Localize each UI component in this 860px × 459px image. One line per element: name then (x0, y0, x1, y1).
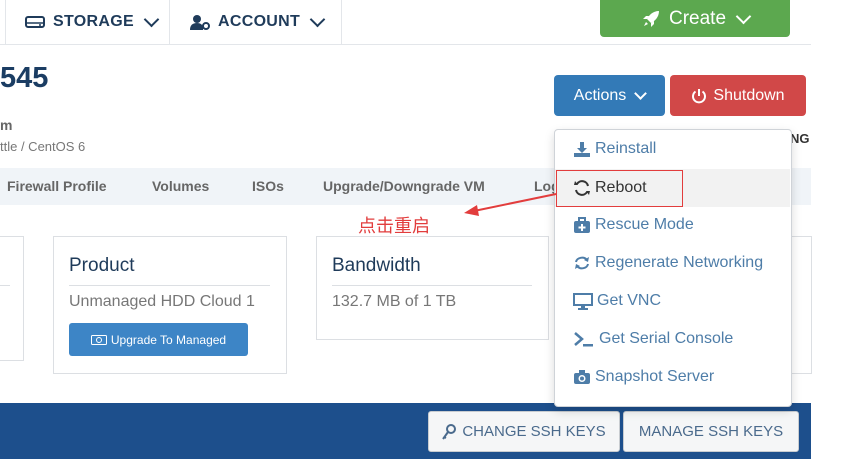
menu-item-label: Get Serial Console (599, 330, 734, 347)
change-ssh-label: CHANGE SSH KEYS (462, 423, 606, 440)
download-icon (573, 140, 591, 158)
chevron-down-icon (309, 11, 326, 28)
nav-storage-label: STORAGE (53, 13, 134, 30)
menu-item-label: Reinstall (595, 140, 657, 157)
tab-volumes[interactable]: Volumes (152, 178, 209, 194)
card-divider (332, 285, 532, 286)
bandwidth-card (316, 236, 549, 340)
nav-storage[interactable]: STORAGE (25, 0, 160, 44)
reboot-highlight-box (556, 170, 683, 207)
product-value: Unmanaged HDD Cloud 1 (69, 293, 255, 310)
camera-icon (573, 368, 591, 386)
card-divider (69, 285, 270, 286)
terminal-icon (573, 330, 595, 348)
medkit-icon (573, 216, 591, 234)
menu-item-snapshot-server[interactable]: Snapshot Server (555, 358, 790, 396)
exchange-icon (573, 254, 591, 272)
annotation-arrow-icon (464, 193, 557, 216)
menu-item-get-vnc[interactable]: Get VNC (555, 282, 790, 320)
menu-item-label: Snapshot Server (595, 368, 715, 385)
shutdown-label: Shutdown (713, 86, 785, 104)
card-divider (0, 285, 10, 286)
key-icon (442, 423, 457, 440)
product-card-title: Product (69, 255, 135, 276)
menu-item-label: Get VNC (597, 292, 662, 309)
create-button[interactable]: Create (600, 0, 790, 37)
hard-drive-icon (25, 15, 45, 29)
power-icon (691, 88, 707, 104)
change-ssh-keys-button[interactable]: CHANGE SSH KEYS (428, 411, 620, 452)
menu-item-reinstall[interactable]: Reinstall (555, 130, 790, 168)
bandwidth-card-title: Bandwidth (332, 255, 421, 276)
server-location-os: ttle / CentOS 6 (0, 139, 86, 154)
menu-item-rescue-mode[interactable]: Rescue Mode (555, 206, 790, 244)
menu-item-regenerate-networking[interactable]: Regenerate Networking (555, 244, 790, 282)
actions-button[interactable]: Actions (554, 75, 665, 116)
chevron-down-icon (735, 8, 752, 24)
manage-ssh-keys-button[interactable]: MANAGE SSH KEYS (623, 411, 799, 452)
monitor-icon (573, 292, 593, 310)
chevron-down-icon (634, 86, 648, 100)
menu-item-label: Regenerate Networking (595, 254, 764, 271)
nav-divider (169, 0, 170, 44)
nav-divider (5, 0, 6, 44)
chevron-down-icon (143, 11, 160, 28)
nav-account[interactable]: ACCOUNT (190, 0, 326, 44)
nav-account-label: ACCOUNT (218, 13, 301, 30)
bandwidth-value: 132.7 MB of 1 TB (332, 293, 457, 310)
money-icon (90, 334, 107, 345)
upgrade-label: Upgrade To Managed (110, 332, 227, 347)
tab-firewall-profile[interactable]: Firewall Profile (7, 178, 107, 194)
server-hostname: m (0, 117, 13, 133)
nav-divider (341, 0, 342, 44)
upgrade-to-managed-button[interactable]: Upgrade To Managed (69, 323, 248, 356)
actions-label: Actions (573, 86, 627, 104)
menu-item-label: Rescue Mode (595, 216, 694, 233)
shutdown-button[interactable]: Shutdown (670, 75, 806, 116)
rocket-icon (641, 9, 661, 29)
server-id-heading: 545 (0, 62, 49, 94)
menu-item-get-serial-console[interactable]: Get Serial Console (555, 320, 790, 358)
status-text: NG (790, 131, 810, 146)
manage-ssh-label: MANAGE SSH KEYS (638, 423, 784, 440)
tab-isos[interactable]: ISOs (252, 178, 284, 194)
create-label: Create (668, 7, 727, 29)
annotation-label: 点击重启 (358, 216, 430, 237)
card-partial (0, 236, 24, 361)
user-gear-icon (190, 14, 210, 30)
